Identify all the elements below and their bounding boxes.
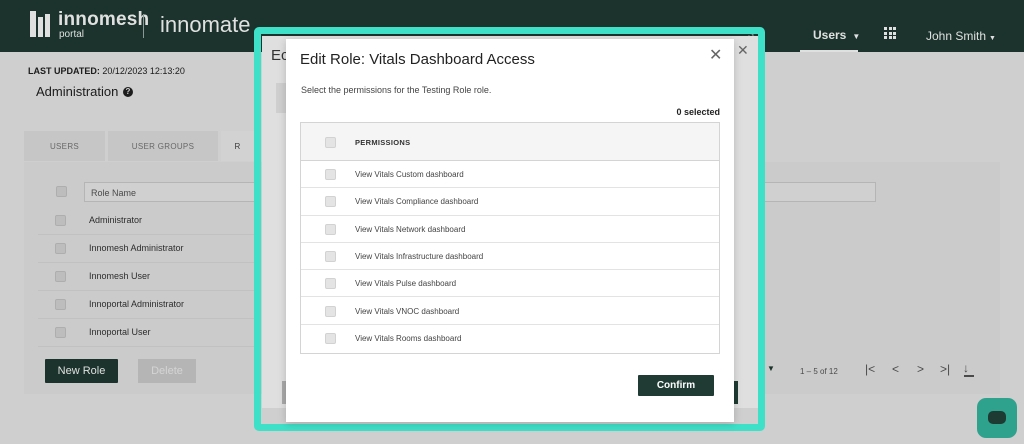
permission-label: View Vitals Compliance dashboard — [355, 197, 479, 207]
permission-row[interactable]: View Vitals Network dashboard — [301, 216, 719, 243]
permission-row[interactable]: View Vitals Pulse dashboard — [301, 270, 719, 298]
permission-label: View Vitals VNOC dashboard — [355, 306, 460, 316]
permission-label: View Vitals Rooms dashboard — [355, 333, 462, 343]
permission-checkbox[interactable] — [325, 305, 336, 317]
select-all-permissions-checkbox[interactable] — [325, 137, 336, 148]
permission-row[interactable]: View Vitals Rooms dashboard — [301, 325, 719, 352]
close-icon[interactable]: ✕ — [709, 45, 722, 65]
confirm-button[interactable]: Confirm — [638, 375, 714, 396]
permission-label: View Vitals Network dashboard — [355, 224, 466, 234]
modal-title: Edit Role: Vitals Dashboard Access — [300, 51, 535, 68]
permission-label: View Vitals Infrastructure dashboard — [355, 251, 484, 261]
permission-row[interactable]: View Vitals VNOC dashboard — [301, 298, 719, 325]
edit-role-modal: Edit Role: Vitals Dashboard Access ✕ Sel… — [286, 39, 734, 422]
permissions-table-header: PERMISSIONS — [301, 123, 719, 161]
selected-count: 0 selected — [676, 107, 720, 117]
permission-checkbox[interactable] — [325, 223, 336, 235]
permission-label: View Vitals Custom dashboard — [355, 170, 464, 179]
permission-row[interactable]: View Vitals Infrastructure dashboard — [301, 243, 719, 271]
permission-label: View Vitals Pulse dashboard — [355, 279, 457, 289]
permission-row[interactable]: View Vitals Compliance dashboard — [301, 188, 719, 216]
modal-instructions: Select the permissions for the Testing R… — [301, 85, 492, 95]
permissions-column-header: PERMISSIONS — [355, 138, 411, 147]
permissions-table: PERMISSIONS View Vitals Custom dashboard… — [300, 122, 720, 354]
chat-button[interactable] — [977, 398, 1017, 438]
chat-icon — [988, 411, 1006, 424]
permission-checkbox[interactable] — [325, 332, 336, 344]
permission-checkbox[interactable] — [325, 278, 336, 290]
permission-checkbox[interactable] — [325, 250, 336, 262]
permission-checkbox[interactable] — [325, 196, 336, 208]
permission-row[interactable]: View Vitals Custom dashboard — [301, 161, 719, 189]
permission-checkbox[interactable] — [325, 169, 336, 180]
